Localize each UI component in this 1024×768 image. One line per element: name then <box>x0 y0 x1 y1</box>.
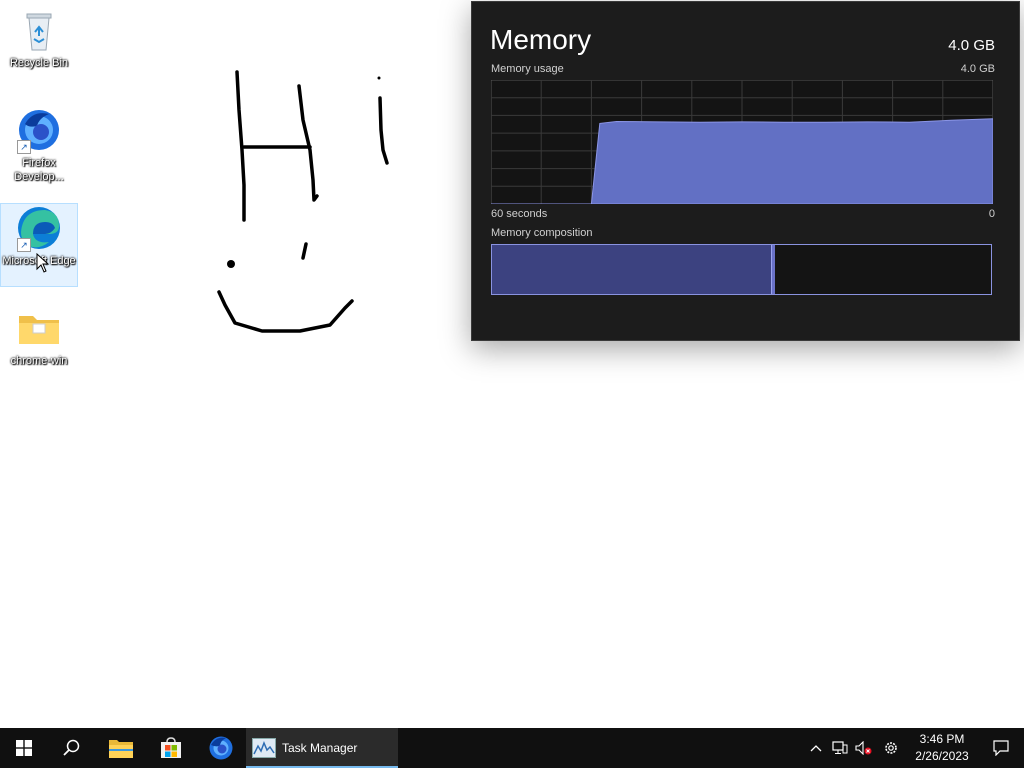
stroke-i-dot <box>377 76 381 80</box>
mouse-cursor <box>36 253 50 273</box>
settings-button[interactable] <box>876 728 906 768</box>
x-axis-right-label: 0 <box>988 208 995 220</box>
stroke-h-right <box>297 84 319 202</box>
desktop-icon-label: Firefox Develop... <box>14 157 64 183</box>
volume-button[interactable] <box>852 728 876 768</box>
task-manager-label: Task Manager <box>282 741 358 755</box>
desktop-icon-recycle-bin[interactable]: Recycle Bin <box>1 6 77 70</box>
firefox-icon <box>209 736 233 760</box>
memory-usage-max: 4.0 GB <box>960 63 995 75</box>
desktop-icon-firefox-developer[interactable]: ↗ Firefox Develop... <box>1 106 77 184</box>
stroke-i <box>378 96 389 165</box>
taskbar-firefox[interactable] <box>196 728 246 768</box>
recycle-bin-icon <box>15 6 63 54</box>
memory-modified-segment <box>771 245 776 294</box>
gear-icon <box>885 742 897 754</box>
search-icon <box>63 739 80 756</box>
edge-icon: ↗ <box>15 204 63 252</box>
windows-logo-icon <box>16 740 32 756</box>
memory-composition-bar <box>491 244 992 295</box>
clock-time: 3:46 PM <box>919 732 965 746</box>
search-button[interactable] <box>48 728 96 768</box>
desktop-icon-microsoft-edge[interactable]: ↗ Microsoft Edge <box>0 203 78 287</box>
network-button[interactable] <box>828 728 852 768</box>
notification-icon <box>993 740 1009 756</box>
task-manager-window[interactable]: Memory 4.0 GB Memory usage 4.0 GB 60 sec… <box>471 1 1020 341</box>
taskbar-file-explorer[interactable] <box>96 728 146 768</box>
taskbar-task-manager[interactable]: Task Manager <box>246 728 398 768</box>
store-icon <box>161 737 181 758</box>
file-explorer-icon <box>109 740 133 758</box>
stroke-eye-right <box>301 242 308 260</box>
show-hidden-icons-button[interactable] <box>804 728 828 768</box>
taskbar: Task Manager 3:46 PM 2/26/2023 <box>0 728 1024 768</box>
chevron-up-icon <box>810 745 822 752</box>
memory-total: 4.0 GB <box>948 37 995 54</box>
folder-icon <box>15 304 63 352</box>
system-tray: 3:46 PM 2/26/2023 <box>804 728 1024 768</box>
desktop-icon-chrome-win[interactable]: chrome-win <box>1 304 77 368</box>
firefox-developer-icon: ↗ <box>15 106 63 154</box>
volume-muted-icon <box>855 741 872 755</box>
x-axis-left-label: 60 seconds <box>491 208 548 220</box>
clock-date: 2/26/2023 <box>915 749 969 763</box>
shortcut-arrow-icon: ↗ <box>17 238 31 252</box>
stroke-eye-left <box>227 260 235 268</box>
memory-composition-label: Memory composition <box>491 227 593 239</box>
desktop-icon-label: chrome-win <box>10 355 68 367</box>
clock[interactable]: 3:46 PM 2/26/2023 <box>906 731 978 765</box>
task-manager-icon <box>252 738 276 758</box>
memory-title: Memory <box>490 24 592 55</box>
network-icon <box>832 741 848 754</box>
memory-in-use-segment <box>492 245 772 294</box>
taskbar-store[interactable] <box>146 728 196 768</box>
desktop-icon-label: Recycle Bin <box>9 57 69 69</box>
stroke-mouth <box>217 290 354 333</box>
shortcut-arrow-icon: ↗ <box>17 140 31 154</box>
memory-usage-chart <box>491 80 993 204</box>
notifications-button[interactable] <box>978 728 1024 768</box>
start-button[interactable] <box>0 728 48 768</box>
memory-usage-label: Memory usage <box>491 63 564 75</box>
